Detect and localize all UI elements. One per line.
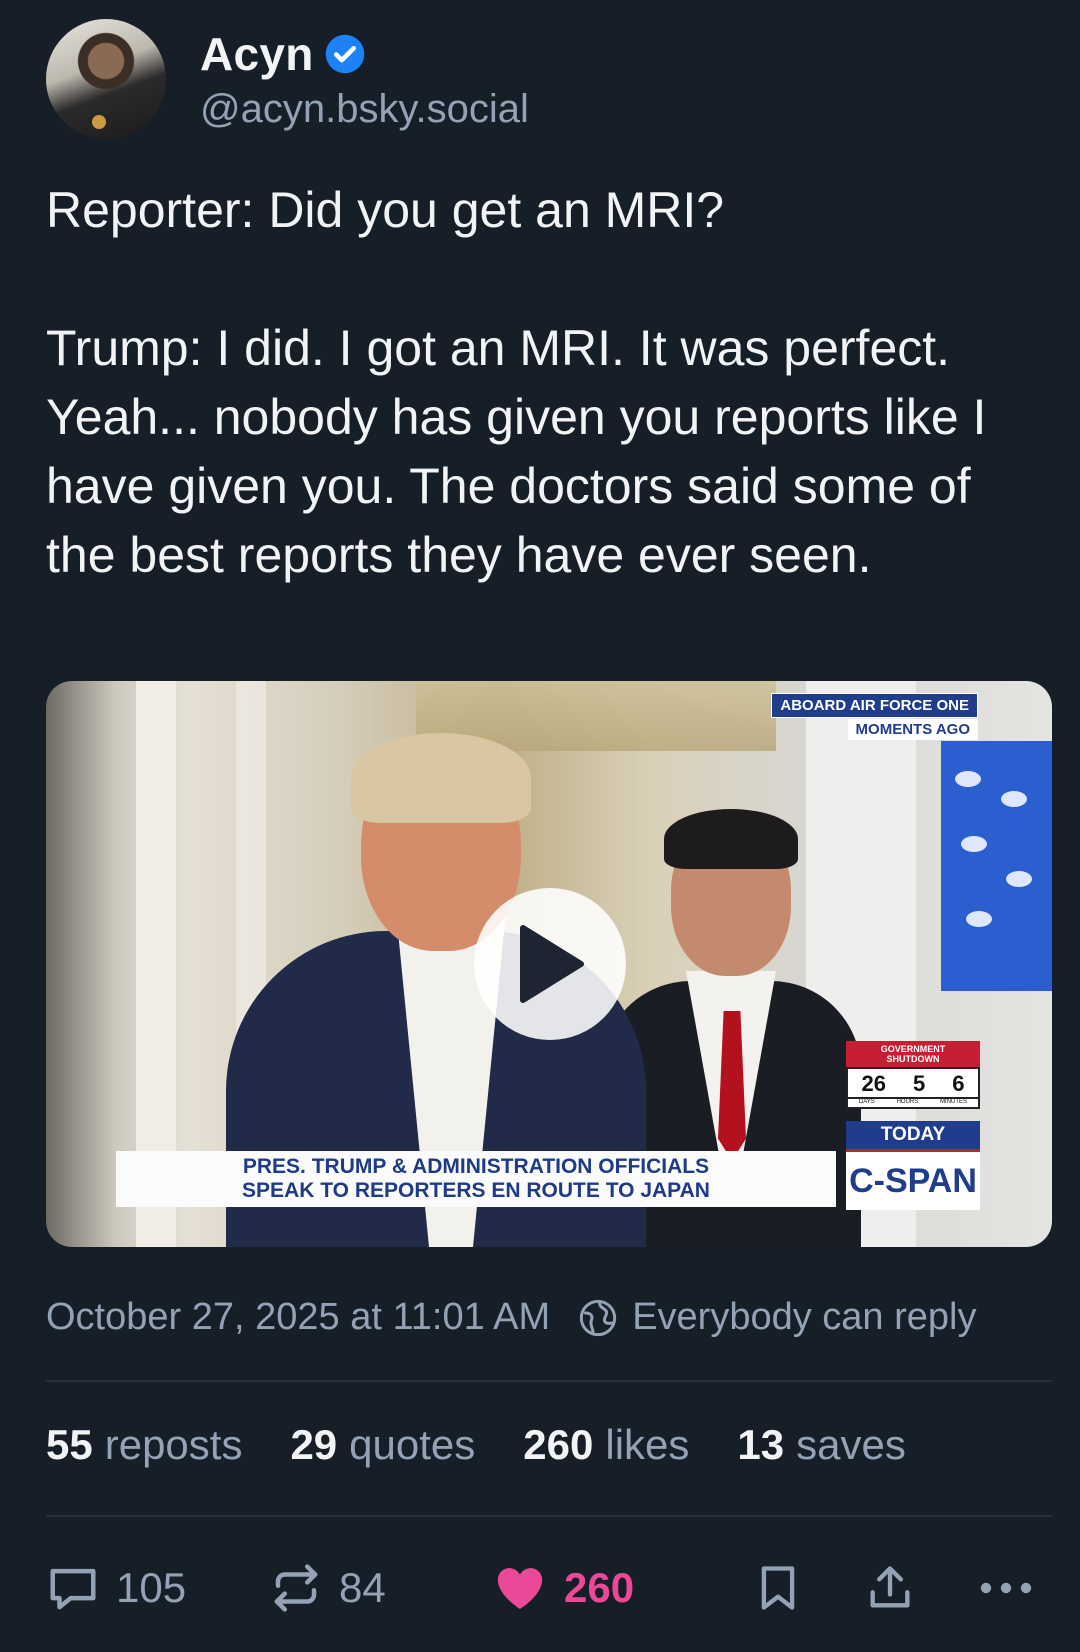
author-names: Acyn @acyn.bsky.social <box>200 27 529 132</box>
stat-quotes-count: 29 <box>290 1421 338 1468</box>
shutdown-counter: GOVERNMENT SHUTDOWN 26 5 6 DAYS HOURS MI… <box>846 1041 980 1109</box>
countdown-days-unit: DAYS <box>858 1099 875 1105</box>
bookmark-icon <box>761 1566 795 1610</box>
video-frame-flag-screen <box>941 741 1052 991</box>
stat-saves-count: 13 <box>737 1421 785 1468</box>
countdown-minutes-unit: MINUTES <box>940 1099 968 1105</box>
verified-badge-icon <box>325 34 364 73</box>
reply-button[interactable]: 105 <box>46 1556 186 1620</box>
repost-button[interactable]: 84 <box>269 1556 386 1620</box>
more-options-button[interactable] <box>976 1556 1036 1620</box>
share-button[interactable] <box>864 1556 916 1620</box>
countdown-days: 26 <box>861 1071 886 1096</box>
countdown-units: DAYS HOURS MINUTES <box>846 1099 980 1109</box>
more-icon <box>980 1582 1032 1594</box>
globe-icon <box>580 1299 617 1336</box>
stat-reposts-count: 55 <box>46 1421 93 1468</box>
chyron-text: PRES. TRUMP & ADMINISTRATION OFFICIALS S… <box>242 1155 710 1202</box>
countdown-minutes: 6 <box>952 1071 965 1096</box>
avatar[interactable] <box>46 19 166 139</box>
video-frame-hair <box>664 809 798 869</box>
stat-quotes[interactable]: 29 quotes <box>290 1421 475 1469</box>
stat-saves[interactable]: 13 saves <box>737 1421 905 1469</box>
repost-icon <box>274 1564 318 1612</box>
countdown-hours-unit: HOURS <box>896 1099 919 1105</box>
tag-moments: MOMENTS AGO <box>847 719 978 740</box>
post-thread-view: Acyn @acyn.bsky.social Reporter: Did you… <box>0 0 1080 1652</box>
divider <box>46 1515 1052 1517</box>
stat-saves-label: saves <box>796 1421 906 1468</box>
heart-icon <box>497 1568 543 1609</box>
post-timestamp[interactable]: October 27, 2025 at 11:01 AM <box>46 1296 550 1339</box>
reply-icon <box>50 1568 96 1610</box>
play-icon <box>520 925 584 1003</box>
reply-setting[interactable]: Everybody can reply <box>632 1296 976 1339</box>
stat-quotes-label: quotes <box>349 1421 476 1468</box>
today-label: TODAY <box>846 1121 980 1149</box>
display-name-row: Acyn <box>200 27 529 81</box>
stat-reposts[interactable]: 55 reposts <box>46 1421 242 1469</box>
news-chyron: PRES. TRUMP & ADMINISTRATION OFFICIALS S… <box>116 1151 836 1207</box>
tag-aboard: ABOARD AIR FORCE ONE <box>771 693 978 718</box>
shutdown-label: GOVERNMENT SHUTDOWN <box>846 1041 980 1067</box>
play-button[interactable] <box>474 888 626 1040</box>
stat-likes-label: likes <box>605 1421 690 1468</box>
display-name[interactable]: Acyn <box>200 27 314 81</box>
stat-reposts-label: reposts <box>104 1421 243 1468</box>
post-author[interactable]: Acyn @acyn.bsky.social <box>46 18 529 140</box>
post-actions: 105 84 260 <box>46 1556 1052 1620</box>
countdown-values: 26 5 6 <box>846 1067 980 1099</box>
stat-likes[interactable]: 260 likes <box>523 1421 689 1469</box>
reply-count: 105 <box>116 1564 187 1611</box>
video-embed[interactable]: ABOARD AIR FORCE ONE MOMENTS AGO GOVERNM… <box>46 681 1052 1247</box>
divider <box>46 1380 1052 1382</box>
post-meta: October 27, 2025 at 11:01 AM Everybody c… <box>46 1296 976 1339</box>
broadcast-location-tag: ABOARD AIR FORCE ONE MOMENTS AGO <box>771 693 978 740</box>
stat-likes-count: 260 <box>523 1421 594 1468</box>
countdown-hours: 5 <box>912 1071 926 1096</box>
like-button[interactable]: 260 <box>492 1556 634 1620</box>
bookmark-button[interactable] <box>752 1556 804 1620</box>
post-text: Reporter: Did you get an MRI? Trump: I d… <box>46 182 987 583</box>
video-frame-hair <box>351 733 531 823</box>
like-count: 260 <box>564 1564 635 1611</box>
network-logo: C-SPAN <box>846 1149 980 1210</box>
engagement-stats: 55 reposts 29 quotes 260 likes 13 saves <box>46 1421 954 1469</box>
author-handle[interactable]: @acyn.bsky.social <box>200 87 529 132</box>
repost-count: 84 <box>339 1564 386 1611</box>
share-icon <box>870 1566 910 1608</box>
